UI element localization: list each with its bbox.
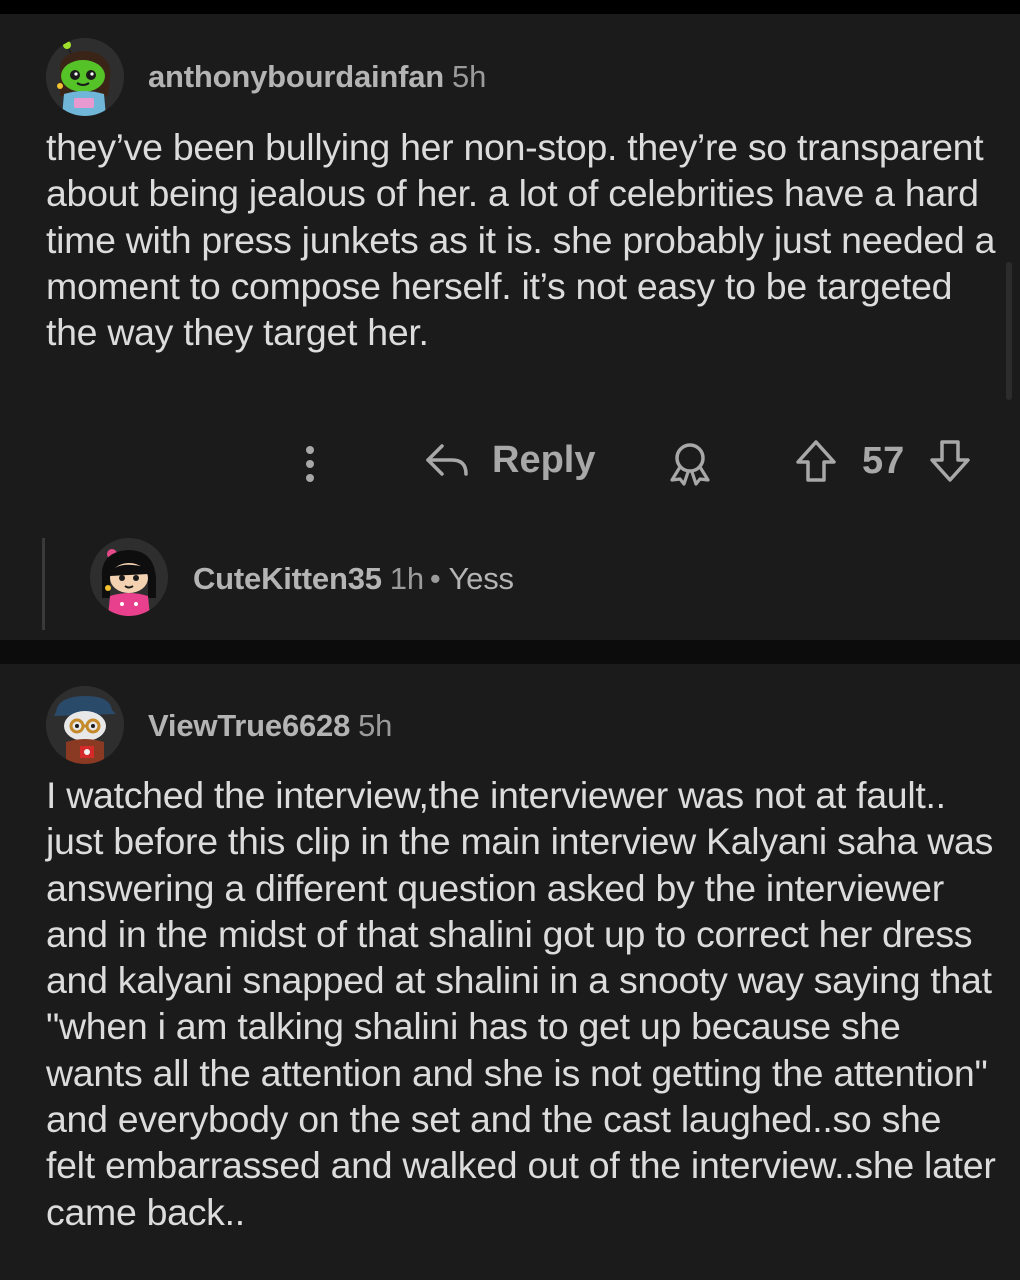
comment-meta: ViewTrue6628 5h	[148, 708, 392, 744]
comment-body: I watched the interview,the interviewer …	[46, 774, 996, 1233]
more-options-button[interactable]	[300, 442, 320, 486]
upvote-arrow-icon[interactable]	[794, 438, 838, 484]
reply-arrow-icon	[426, 444, 468, 476]
timestamp: 5h	[358, 708, 393, 743]
vote-controls: 57	[794, 438, 972, 484]
reply-avatar[interactable]	[90, 538, 168, 616]
snoo-avatar-icon	[46, 686, 124, 764]
reply-username[interactable]: CuteKitten35	[193, 561, 382, 596]
comment-thread-page: anthonybourdainfan 5h they’ve been bullyi…	[0, 0, 1020, 1280]
snoo-avatar-icon	[90, 538, 168, 616]
top-edge	[0, 0, 1020, 14]
user-avatar[interactable]	[46, 38, 124, 116]
comment-meta: anthonybourdainfan 5h	[148, 59, 486, 95]
username[interactable]: ViewTrue6628	[148, 708, 350, 743]
more-vertical-icon	[306, 446, 314, 482]
comment: anthonybourdainfan 5h they’ve been bullyi…	[0, 14, 1020, 640]
reply-meta[interactable]: CuteKitten35 1h • Yess	[193, 561, 514, 597]
reply-button[interactable]: Reply	[424, 438, 595, 482]
vote-count: 57	[862, 439, 905, 482]
scrollbar[interactable]	[1006, 262, 1012, 400]
meta-separator: •	[429, 561, 441, 596]
timestamp: 5h	[452, 59, 487, 94]
snoo-avatar-icon	[46, 38, 124, 116]
reply-preview: Yess	[448, 561, 514, 596]
award-button[interactable]	[666, 440, 714, 486]
comment-divider	[0, 640, 1020, 664]
thread-line[interactable]	[42, 538, 45, 630]
downvote-arrow-icon[interactable]	[928, 438, 972, 484]
comment-actions: Reply 57	[0, 434, 1020, 490]
username[interactable]: anthonybourdainfan	[148, 59, 444, 94]
user-avatar[interactable]	[46, 686, 124, 764]
comment: ViewTrue6628 5h I watched the interview,t…	[0, 664, 1020, 1280]
comment-body: they’ve been bullying her non-stop. they…	[46, 126, 996, 354]
reply-label: Reply	[492, 438, 596, 481]
award-icon	[670, 443, 710, 486]
reply-timestamp: 1h	[389, 561, 424, 596]
